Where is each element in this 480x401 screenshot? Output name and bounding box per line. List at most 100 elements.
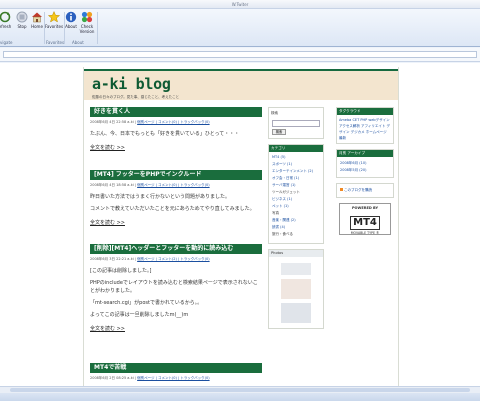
entry-title[interactable]: 好きを貫く人 xyxy=(90,107,262,117)
favorites-label: Favorites xyxy=(44,24,64,29)
entry-meta: 2008年6月 4日 18:58 a-ki | 個別ページ | コメント(0) … xyxy=(90,183,262,188)
category-item[interactable]: サーバ運営 (1) xyxy=(272,182,320,189)
entry-links[interactable]: 個別ページ | コメント(0) | トラックバック(0) xyxy=(137,183,209,187)
blog-header: a-ki blog 佐藤の日々のブログ。見た事、感じたこと、考えたこと xyxy=(84,69,398,100)
category-item[interactable]: エンターテインメント (2) xyxy=(272,168,320,175)
category-item[interactable]: MT4 (5) xyxy=(272,154,320,161)
photo-thumbnail[interactable] xyxy=(281,279,311,299)
tag-link[interactable]: Ameba xyxy=(339,118,351,122)
info-icon xyxy=(65,11,77,23)
entry-title[interactable]: [MT4] フッターをPHPでインクルード xyxy=(90,170,262,180)
ribbon-toolbar: efresh Stop Home Favorites About Check V… xyxy=(0,9,480,47)
group-separator xyxy=(97,12,98,44)
archive-heading: 月別 アーカイブ xyxy=(337,150,393,157)
rss-box: このブログを購読 xyxy=(336,183,394,198)
category-list: MT4 (5) スポーツ (1) エンターテインメント (2) オフ会・日常 (… xyxy=(269,152,323,240)
category-item[interactable]: ペット (1) xyxy=(272,203,320,210)
favorites-button[interactable]: Favorites xyxy=(44,11,64,29)
entry-date: 2008年6月 4日 18:58 a-ki | xyxy=(90,183,136,187)
search-box: 検索 検索 xyxy=(268,107,324,139)
entry-date: 2008年6月 4日 22:58 a-ki | xyxy=(90,120,136,124)
refresh-button[interactable]: efresh xyxy=(0,11,14,29)
entry-paragraph: 「mt-search.cgi」がpostで書かれているから。。 xyxy=(90,300,203,306)
tag-link[interactable]: 最新 xyxy=(339,136,346,140)
search-button[interactable]: 検索 xyxy=(272,129,286,135)
entry-paragraph: 昨日書いた方法ではうまく行かないという問題がありました。 xyxy=(90,194,231,200)
refresh-icon xyxy=(0,11,11,23)
entry-links[interactable]: 個別ページ | コメント(2) | トラックバック(0) xyxy=(137,257,209,261)
search-heading: 検索 xyxy=(271,111,278,115)
check-version-label: Check Version xyxy=(79,24,95,34)
address-bar-area xyxy=(0,48,480,62)
archive-item[interactable]: 2008年5月 (20) xyxy=(340,167,390,174)
movable-type-badge[interactable]: POWERED BY MT4 MOVABLE TYPE ® xyxy=(339,203,391,235)
group-label-favorites: Favorites xyxy=(46,40,65,45)
entry-title[interactable]: [削除][MT4]ヘッダーとフッターを動的に読み込む xyxy=(90,244,262,254)
photos-box: Photos xyxy=(268,249,324,329)
tagcloud: Ameba CET PHP webデザイン アクセス解析 アフィリエイト デザイ… xyxy=(337,115,393,143)
group-label-about: About xyxy=(72,40,84,45)
read-more-link[interactable]: 全文を読む >> xyxy=(90,325,262,332)
read-more-link[interactable]: 全文を読む >> xyxy=(90,219,262,226)
tag-link[interactable]: CET xyxy=(352,118,359,122)
tag-link[interactable]: デジカメ xyxy=(351,130,365,134)
entry: [削除][MT4]ヘッダーとフッターを動的に読み込む 2008年6月 3日 22… xyxy=(90,244,262,332)
category-item[interactable]: オフ会・日常 (1) xyxy=(272,175,320,182)
blog-title[interactable]: a-ki blog xyxy=(92,75,171,93)
entry-title[interactable]: MT4で苦戦 xyxy=(90,363,262,373)
blog-page: a-ki blog 佐藤の日々のブログ。見た事、感じたこと、考えたこと 好きを貫… xyxy=(83,67,399,386)
read-more-link[interactable]: 全文を読む >> xyxy=(90,144,262,151)
home-icon xyxy=(32,12,42,23)
archive-item[interactable]: 2008年6月 (10) xyxy=(340,160,390,167)
entry-paragraph: よってこの記事は一旦削除しましたm(__)m xyxy=(90,312,189,318)
archive-box: 月別 アーカイブ 2008年6月 (10) 2008年5月 (20) xyxy=(336,149,394,178)
mt4-logo: MT4 xyxy=(350,216,380,230)
category-item: 旅行・食べる xyxy=(272,232,293,236)
search-input[interactable] xyxy=(272,120,320,127)
tag-link[interactable]: ホームページ xyxy=(366,130,387,134)
check-version-button[interactable]: Check Version xyxy=(78,11,96,34)
tag-link[interactable]: アクセス解析 xyxy=(339,124,360,128)
about-label: About xyxy=(65,24,77,29)
title-bar: W.Twiter xyxy=(0,0,480,9)
entry-meta: 2008年6月 3日 22:21 a-ki | 個別ページ | コメント(2) … xyxy=(90,257,262,262)
entry-body: 昨日書いた方法ではうまく行かないという問題がありました。 コメントで教えていただ… xyxy=(90,193,262,213)
tagcloud-box: タグクラウド Ameba CET PHP webデザイン アクセス解析 アフィリ… xyxy=(336,107,394,144)
entry-links[interactable]: 個別ページ | コメント(0) | トラックバック(0) xyxy=(137,376,209,380)
refresh-label: efresh xyxy=(0,24,12,29)
horizontal-scrollbar[interactable] xyxy=(0,386,480,393)
category-item[interactable]: 音楽・関連 (2) xyxy=(272,217,320,224)
photo-thumbnail[interactable] xyxy=(281,263,311,275)
photo-thumbnail[interactable] xyxy=(281,303,311,323)
badge-bottom-text: MOVABLE TYPE ® xyxy=(350,231,380,235)
entry-date: 2008年6月 3日 22:21 a-ki | xyxy=(90,257,136,261)
archive-list: 2008年6月 (10) 2008年5月 (20) xyxy=(337,157,393,177)
rss-link[interactable]: このブログを購読 xyxy=(340,187,390,194)
entry-paragraph: PHPのincludeでレイアウトを読み込むと検索結果ページで表示されないことが… xyxy=(90,280,258,294)
star-icon xyxy=(48,11,60,23)
address-input[interactable] xyxy=(3,51,477,58)
check-version-icon xyxy=(81,11,93,23)
stop-icon xyxy=(16,11,28,23)
sidebar-left: 検索 検索 カテゴリ MT4 (5) スポーツ (1) エンターテインメント (… xyxy=(268,107,324,334)
scrollbar-thumb[interactable] xyxy=(10,388,470,392)
badge-top-text: POWERED BY xyxy=(351,206,378,210)
tag-link[interactable]: webデザイン xyxy=(368,118,389,122)
group-label-navigate: vigate xyxy=(0,40,13,45)
status-bar xyxy=(0,393,480,401)
entry-paragraph: たぶん、今、日本でもっとも「好きを貫いている」ひとって・・・ xyxy=(90,131,240,137)
entry-body: たぶん、今、日本でもっとも「好きを貫いている」ひとって・・・ xyxy=(90,130,262,138)
tag-link[interactable]: PHP xyxy=(360,118,367,122)
entry-meta: 2008年6月 2日 08:25 a-ki | 個別ページ | コメント(0) … xyxy=(90,376,262,381)
category-item[interactable]: スポーツ (1) xyxy=(272,161,320,168)
category-item[interactable]: 読書 (4) xyxy=(272,224,320,231)
category-box: カテゴリ MT4 (5) スポーツ (1) エンターテインメント (2) オフ会… xyxy=(268,144,324,244)
category-item: 写真 xyxy=(272,211,279,215)
entry-meta: 2008年6月 4日 22:58 a-ki | 個別ページ | コメント(0) … xyxy=(90,120,262,125)
category-item[interactable]: ビジネス (1) xyxy=(272,196,320,203)
browser-viewport: a-ki blog 佐藤の日々のブログ。見た事、感じたこと、考えたこと 好きを貫… xyxy=(0,63,480,386)
photos-heading: Photos xyxy=(269,250,323,257)
entry-links[interactable]: 個別ページ | コメント(0) | トラックバック(0) xyxy=(137,120,209,124)
entry-paragraph: コメントで教えていただいたことを元にあらためてやり直してみました。 xyxy=(90,206,255,212)
tag-link[interactable]: アフィリエイト xyxy=(361,124,385,128)
